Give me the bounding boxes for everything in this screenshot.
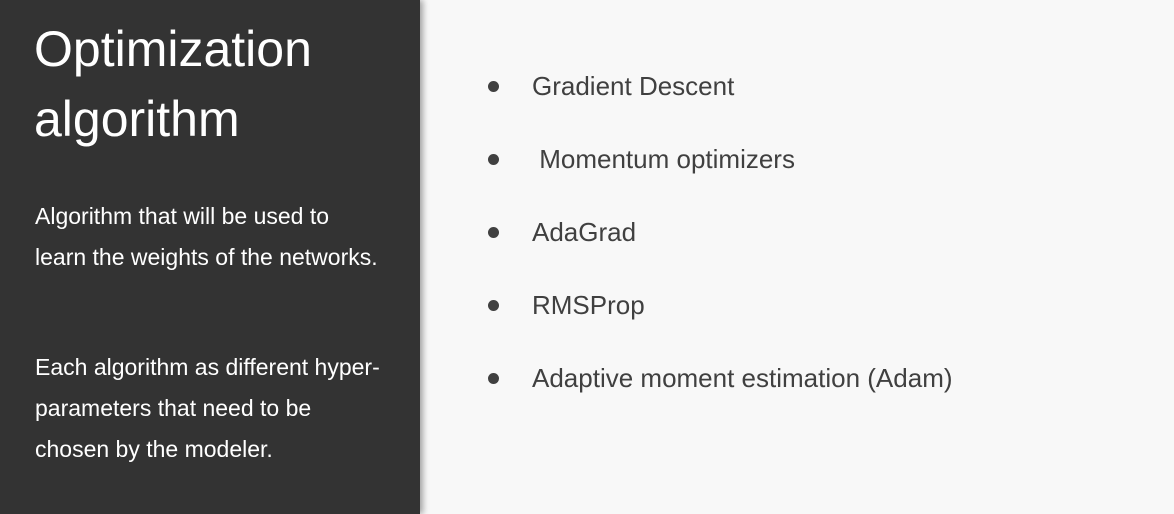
description-paragraph-1: Algorithm that will be used to learn the… xyxy=(35,203,378,270)
list-item-label: Gradient Descent xyxy=(532,71,735,101)
algorithm-list: Gradient Descent Momentum optimizers Ada… xyxy=(488,50,953,415)
list-item: Adaptive moment estimation (Adam) xyxy=(488,342,953,415)
bullet-icon xyxy=(488,81,499,92)
list-item-label: AdaGrad xyxy=(532,217,637,247)
bullet-icon xyxy=(488,154,499,165)
list-item-label: RMSProp xyxy=(532,290,645,320)
list-item: Gradient Descent xyxy=(488,50,953,123)
list-item-label: Momentum optimizers xyxy=(532,144,795,174)
description-paragraph-2: Each algorithm as different hyper-parame… xyxy=(35,354,380,462)
list-item: Momentum optimizers xyxy=(488,123,953,196)
slide-title: Optimization algorithm xyxy=(34,21,312,147)
bullet-icon xyxy=(488,300,499,311)
list-item: AdaGrad xyxy=(488,196,953,269)
list-item: RMSProp xyxy=(488,269,953,342)
bullet-icon xyxy=(488,227,499,238)
list-item-label: Adaptive moment estimation (Adam) xyxy=(532,363,953,393)
content-panel: Gradient Descent Momentum optimizers Ada… xyxy=(422,0,1174,514)
title-panel: Optimization algorithm Algorithm that wi… xyxy=(0,0,420,514)
bullet-icon xyxy=(488,373,499,384)
